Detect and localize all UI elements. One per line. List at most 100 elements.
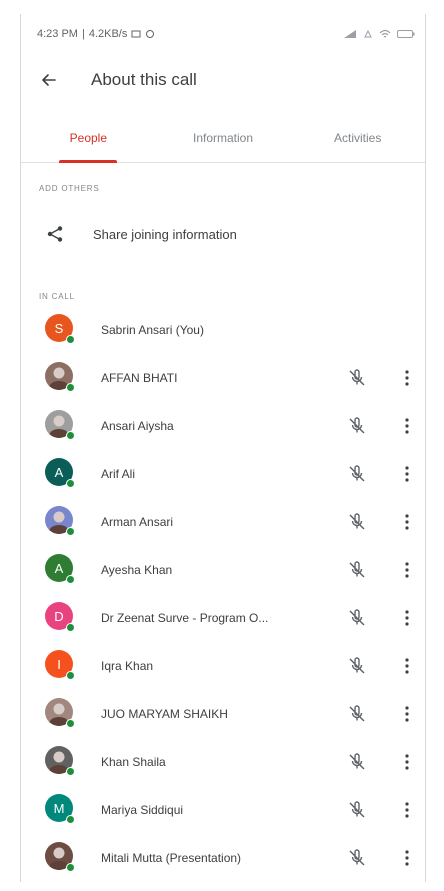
presence-dot: [66, 335, 75, 344]
mic-off-icon[interactable]: [347, 512, 367, 532]
avatar-initial: D: [54, 608, 64, 624]
participant-name: JUO MARYAM SHAIKH: [101, 707, 228, 721]
participant-row[interactable]: M Mariya Siddiqui: [21, 786, 425, 834]
participant-row[interactable]: Arman Ansari: [21, 498, 425, 546]
mic-off-icon[interactable]: [347, 608, 367, 628]
participant-name: AFFAN BHATI: [101, 371, 178, 385]
share-joining-info-label: Share joining information: [93, 226, 237, 242]
mic-off-icon[interactable]: [347, 464, 367, 484]
avatar-wrap: [45, 698, 77, 730]
avatar-wrap: I: [45, 650, 77, 682]
avatar-initial: I: [57, 656, 61, 672]
arrow-left-icon: [42, 74, 56, 86]
more-vert-dots: [405, 466, 409, 482]
avatar-initial: A: [54, 560, 64, 576]
presence-dot: [66, 623, 75, 632]
mic-off-icon[interactable]: [347, 656, 367, 676]
participant-name: Ayesha Khan: [101, 563, 173, 577]
avatar-wrap: A: [45, 554, 77, 586]
participant-name: Khan Shaila: [101, 755, 166, 769]
avatar-wrap: A: [45, 458, 77, 490]
avatar-wrap: M: [45, 794, 77, 826]
more-vert-dots: [405, 514, 409, 530]
mic-off-icon[interactable]: [347, 560, 367, 580]
mic-off-icon[interactable]: [347, 416, 367, 436]
avatar-wrap: S: [45, 314, 77, 346]
more-vert-dots: [405, 850, 409, 866]
avatar-initial: A: [54, 464, 64, 480]
share-icon-wrap: [27, 225, 83, 243]
add-others-section-label: ADD OTHERS: [39, 184, 100, 193]
more-vert-icon[interactable]: [401, 368, 413, 388]
status-speed: 4.2KB/s: [88, 28, 128, 40]
participant-row[interactable]: Mitali Mutta (Presentation): [21, 834, 425, 882]
tab-information[interactable]: Information: [156, 114, 291, 162]
app-bar: About this call: [21, 54, 425, 106]
more-vert-dots: [405, 706, 409, 722]
more-vert-dots: [405, 658, 409, 674]
participant-row[interactable]: A Arif Ali: [21, 450, 425, 498]
participant-name: Ansari Aiysha: [101, 419, 174, 433]
participant-name: Arif Ali: [101, 467, 136, 481]
presence-dot: [66, 527, 75, 536]
presence-dot: [66, 383, 75, 392]
tab-bar: People Information Activities: [21, 114, 425, 163]
participant-row[interactable]: I Iqra Khan: [21, 642, 425, 690]
battery-icon: [397, 30, 415, 38]
more-vert-icon[interactable]: [401, 416, 413, 436]
more-vert-icon[interactable]: [401, 608, 413, 628]
page-title: About this call: [91, 70, 197, 89]
presence-dot: [66, 479, 75, 488]
more-vert-icon[interactable]: [401, 464, 413, 484]
notification-icon: [131, 30, 141, 38]
share-joining-info-button[interactable]: Share joining information: [21, 210, 425, 258]
more-vert-icon[interactable]: [401, 512, 413, 532]
in-call-section-label: IN CALL: [39, 292, 75, 301]
more-vert-icon[interactable]: [401, 704, 413, 724]
status-right: [343, 29, 415, 39]
tab-activities[interactable]: Activities: [290, 114, 425, 162]
mic-off-icon[interactable]: [347, 368, 367, 388]
participant-row[interactable]: Khan Shaila: [21, 738, 425, 786]
status-left: 4:23 PM | 4.2KB/s: [37, 28, 155, 40]
participant-row[interactable]: S Sabrin Ansari (You): [21, 306, 425, 354]
avatar-wrap: [45, 842, 77, 874]
more-vert-icon[interactable]: [401, 800, 413, 820]
mic-off-icon[interactable]: [347, 752, 367, 772]
presence-dot: [66, 671, 75, 680]
presence-dot: [66, 767, 75, 776]
status-bar: 4:23 PM | 4.2KB/s: [21, 14, 425, 54]
avatar-wrap: [45, 410, 77, 442]
more-vert-icon[interactable]: [401, 848, 413, 868]
participant-row[interactable]: AFFAN BHATI: [21, 354, 425, 402]
more-vert-dots: [405, 418, 409, 434]
more-vert-icon[interactable]: [401, 656, 413, 676]
participant-row[interactable]: Ansari Aiysha: [21, 402, 425, 450]
tab-people[interactable]: People: [21, 114, 156, 163]
mic-off-icon[interactable]: [347, 848, 367, 868]
more-vert-dots: [405, 802, 409, 818]
mic-off-icon[interactable]: [347, 800, 367, 820]
back-button[interactable]: [21, 54, 77, 106]
avatar-wrap: [45, 746, 77, 778]
presence-dot: [66, 575, 75, 584]
presence-dot: [66, 815, 75, 824]
more-vert-icon[interactable]: [401, 752, 413, 772]
participant-row[interactable]: D Dr Zeenat Surve - Program O...: [21, 594, 425, 642]
more-vert-dots: [405, 370, 409, 386]
participant-row[interactable]: JUO MARYAM SHAIKH: [21, 690, 425, 738]
participant-list: S Sabrin Ansari (You) AFFAN BHATI Ansari Ai…: [21, 306, 425, 882]
participant-name: Mariya Siddiqui: [101, 803, 184, 817]
participant-name: Iqra Khan: [101, 659, 154, 673]
avatar-initial: S: [54, 320, 64, 336]
more-vert-icon[interactable]: [401, 560, 413, 580]
participant-name: Mitali Mutta (Presentation): [101, 851, 242, 865]
presence-dot: [66, 863, 75, 872]
participant-row[interactable]: A Ayesha Khan: [21, 546, 425, 594]
phone-screen: 4:23 PM | 4.2KB/s About this call People…: [20, 14, 426, 882]
signal-icon: [344, 30, 356, 38]
participant-name: Dr Zeenat Surve - Program O...: [101, 611, 269, 625]
avatar-wrap: [45, 362, 77, 394]
status-notification-icon: [146, 30, 155, 38]
mic-off-icon[interactable]: [347, 704, 367, 724]
